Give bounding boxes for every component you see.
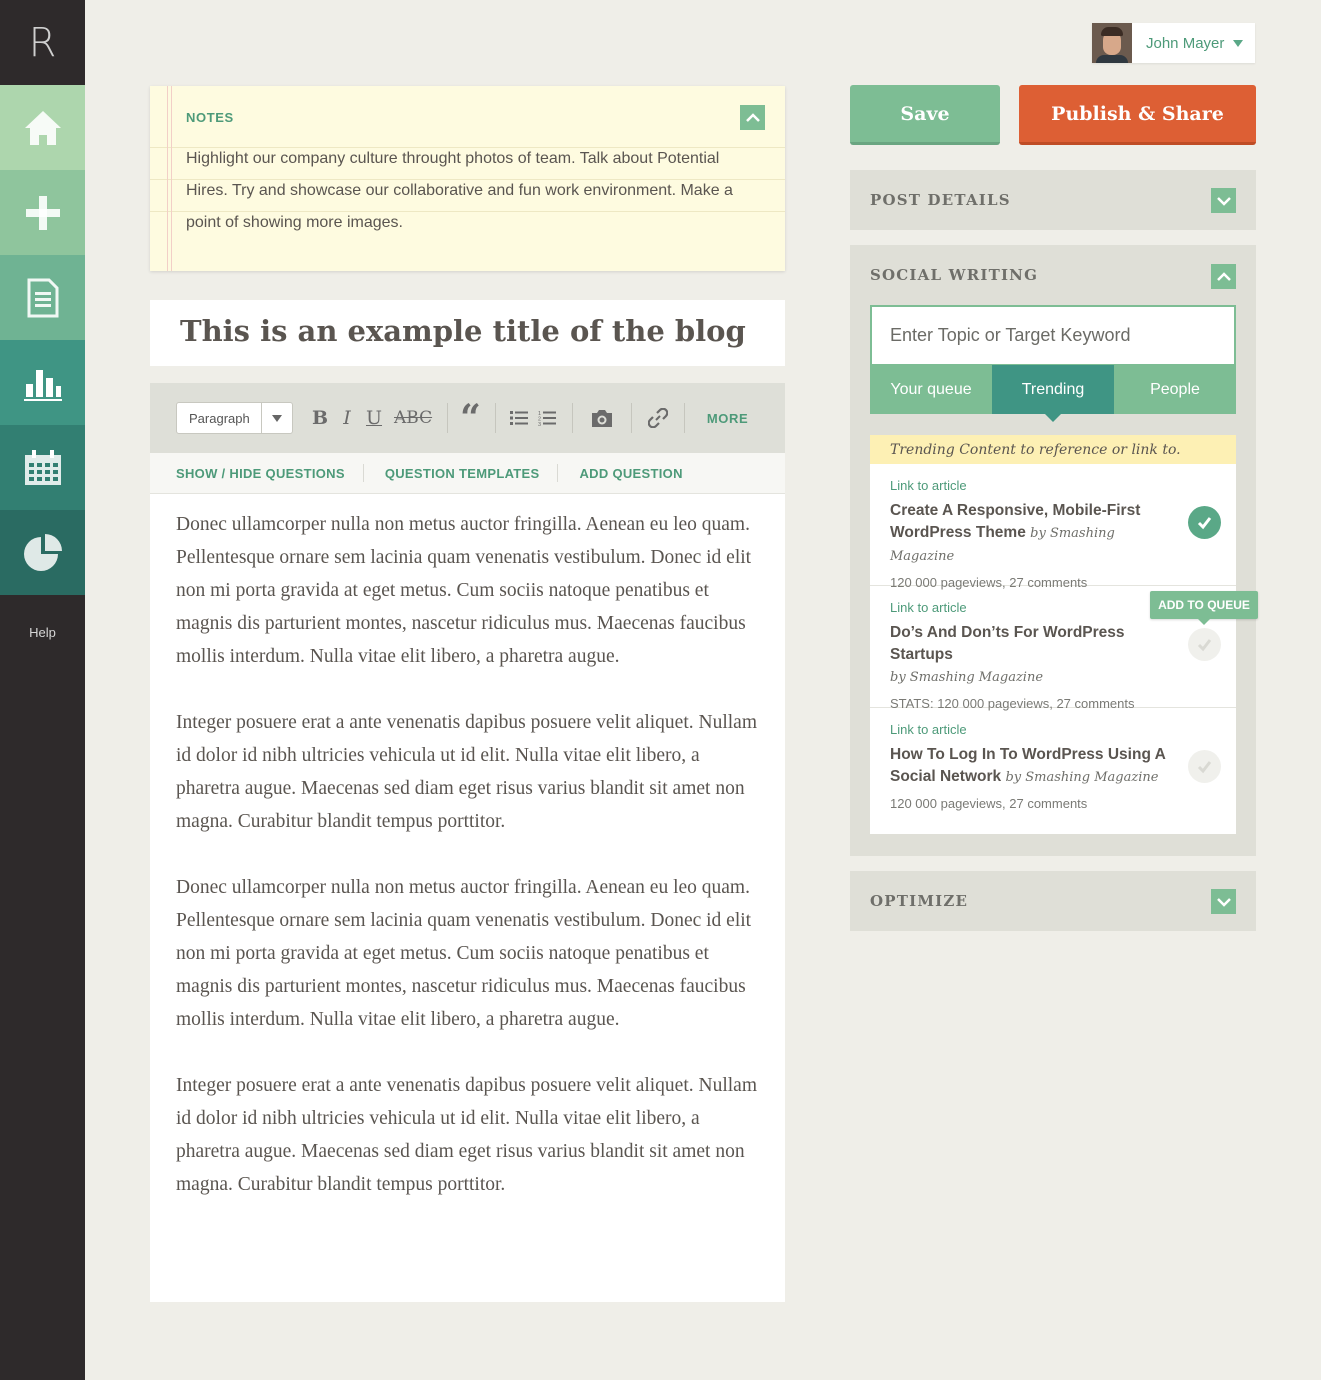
- caret-down-icon: [1233, 39, 1244, 47]
- list-item: Link to article Create A Responsive, Mob…: [870, 464, 1236, 590]
- social-writing-title[interactable]: SOCIAL WRITING: [870, 266, 1038, 284]
- optimize-expand-button[interactable]: [1211, 889, 1236, 914]
- list-item: Link to article How To Log In To WordPre…: [870, 708, 1236, 834]
- show-hide-questions-link[interactable]: SHOW / HIDE QUESTIONS: [176, 466, 345, 481]
- numbered-list-icon: 1 2 3: [538, 411, 556, 426]
- plus-icon: [25, 195, 60, 230]
- save-button[interactable]: Save: [850, 85, 1000, 145]
- chevron-down-icon: [1216, 196, 1231, 206]
- body-paragraph[interactable]: Donec ullamcorper nulla non metus auctor…: [176, 871, 759, 1036]
- article-title: Create A Responsive, Mobile-First WordPr…: [890, 502, 1141, 564]
- add-question-link[interactable]: ADD QUESTION: [579, 466, 682, 481]
- chevron-up-icon: [745, 112, 760, 122]
- question-bar: SHOW / HIDE QUESTIONS QUESTION TEMPLATES…: [150, 453, 785, 494]
- optimize-panel: OPTIMIZE: [850, 871, 1256, 931]
- link-to-article[interactable]: Link to article: [890, 722, 1216, 737]
- add-to-queue-button[interactable]: [1188, 628, 1221, 661]
- notes-panel: NOTES Highlight our company culture thro…: [150, 86, 785, 271]
- check-icon: [1197, 517, 1212, 530]
- caret-down-icon: [272, 414, 282, 422]
- topic-search-input[interactable]: [870, 305, 1236, 366]
- italic-button[interactable]: I: [340, 407, 354, 429]
- editor-body[interactable]: Donec ullamcorper nulla non metus auctor…: [150, 494, 785, 1302]
- bold-button[interactable]: B: [312, 407, 328, 429]
- body-paragraph[interactable]: Integer posuere erat a ante venenatis da…: [176, 706, 759, 838]
- chevron-up-icon: [1216, 271, 1231, 281]
- tab-people[interactable]: People: [1114, 365, 1236, 414]
- link-to-article[interactable]: Link to article: [890, 478, 1216, 493]
- notes-text[interactable]: Highlight our company culture throught p…: [186, 143, 761, 239]
- link-icon: [647, 408, 668, 428]
- add-to-queue-button[interactable]: [1188, 750, 1221, 783]
- tab-trending[interactable]: Trending: [992, 365, 1114, 422]
- tab-your-queue[interactable]: Your queue: [870, 365, 992, 414]
- article-source: by Smashing Magazine: [1005, 770, 1159, 785]
- strikethrough-button[interactable]: ABC: [394, 408, 432, 428]
- nav-item-analytics[interactable]: [0, 510, 85, 595]
- document-icon: [27, 278, 58, 317]
- notes-title: NOTES: [186, 110, 234, 125]
- article-title: How To Log In To WordPress Using A Socia…: [890, 746, 1166, 785]
- sidebar: R Help: [0, 0, 85, 1380]
- bullet-list-button[interactable]: [509, 410, 528, 426]
- check-icon: [1197, 761, 1212, 774]
- nav-item-home[interactable]: [0, 85, 85, 170]
- nav-item-calendar[interactable]: [0, 425, 85, 510]
- blockquote-button[interactable]: “: [460, 397, 481, 439]
- app-logo[interactable]: R: [0, 0, 85, 85]
- check-icon: [1197, 639, 1212, 652]
- more-button[interactable]: MORE: [707, 411, 748, 426]
- user-menu[interactable]: John Mayer: [1092, 23, 1255, 63]
- social-tabs: Your queue Trending People: [870, 365, 1236, 422]
- article-title: Do’s And Don’ts For WordPress Startups by…: [890, 624, 1125, 685]
- nav-item-add[interactable]: [0, 170, 85, 255]
- queued-check-button[interactable]: [1188, 506, 1221, 539]
- bullet-list-icon: [509, 411, 528, 425]
- post-title[interactable]: This is an example title of the blog: [180, 314, 746, 348]
- notes-collapse-button[interactable]: [740, 105, 765, 130]
- body-paragraph[interactable]: Integer posuere erat a ante venenatis da…: [176, 1069, 759, 1201]
- post-title-field[interactable]: This is an example title of the blog: [150, 300, 785, 366]
- camera-icon: [591, 409, 612, 427]
- insert-image-button[interactable]: [590, 409, 614, 428]
- format-select[interactable]: Paragraph: [176, 402, 293, 434]
- optimize-title[interactable]: OPTIMIZE: [870, 892, 968, 910]
- calendar-icon: [24, 449, 61, 485]
- svg-text:3: 3: [538, 422, 541, 426]
- avatar: [1092, 23, 1132, 63]
- help-link[interactable]: Help: [0, 625, 85, 640]
- article-list: Link to article Create A Responsive, Mob…: [870, 464, 1236, 834]
- article-stats: 120 000 pageviews, 27 comments: [890, 796, 1088, 811]
- bar-chart-icon: [23, 369, 62, 401]
- question-templates-link[interactable]: QUESTION TEMPLATES: [385, 466, 540, 481]
- underline-button[interactable]: U: [366, 407, 382, 429]
- add-to-queue-tooltip: ADD TO QUEUE: [1150, 591, 1258, 625]
- social-writing-panel: SOCIAL WRITING Your queue Trending Peopl…: [850, 245, 1258, 856]
- insert-link-button[interactable]: [647, 408, 668, 428]
- numbered-list-button[interactable]: 1 2 3: [538, 410, 556, 426]
- post-details-title[interactable]: POST DETAILS: [870, 191, 1011, 209]
- post-details-expand-button[interactable]: [1211, 188, 1236, 213]
- article-source: by Smashing Magazine: [890, 670, 1044, 685]
- pie-chart-icon: [23, 533, 62, 571]
- nav-item-stats[interactable]: [0, 340, 85, 425]
- user-name: John Mayer: [1146, 34, 1225, 52]
- editor-toolbar: Paragraph B I U ABC “ 1 2 3 MORE: [150, 383, 785, 453]
- trending-note: Trending Content to reference or link to…: [870, 435, 1236, 464]
- home-icon: [24, 110, 61, 145]
- post-details-panel: POST DETAILS: [850, 170, 1256, 230]
- social-writing-collapse-button[interactable]: [1211, 264, 1236, 289]
- nav-item-documents[interactable]: [0, 255, 85, 340]
- format-select-value: Paragraph: [189, 410, 250, 426]
- publish-share-button[interactable]: Publish & Share: [1019, 85, 1256, 145]
- chevron-down-icon: [1216, 897, 1231, 907]
- body-paragraph[interactable]: Donec ullamcorper nulla non metus auctor…: [176, 508, 759, 673]
